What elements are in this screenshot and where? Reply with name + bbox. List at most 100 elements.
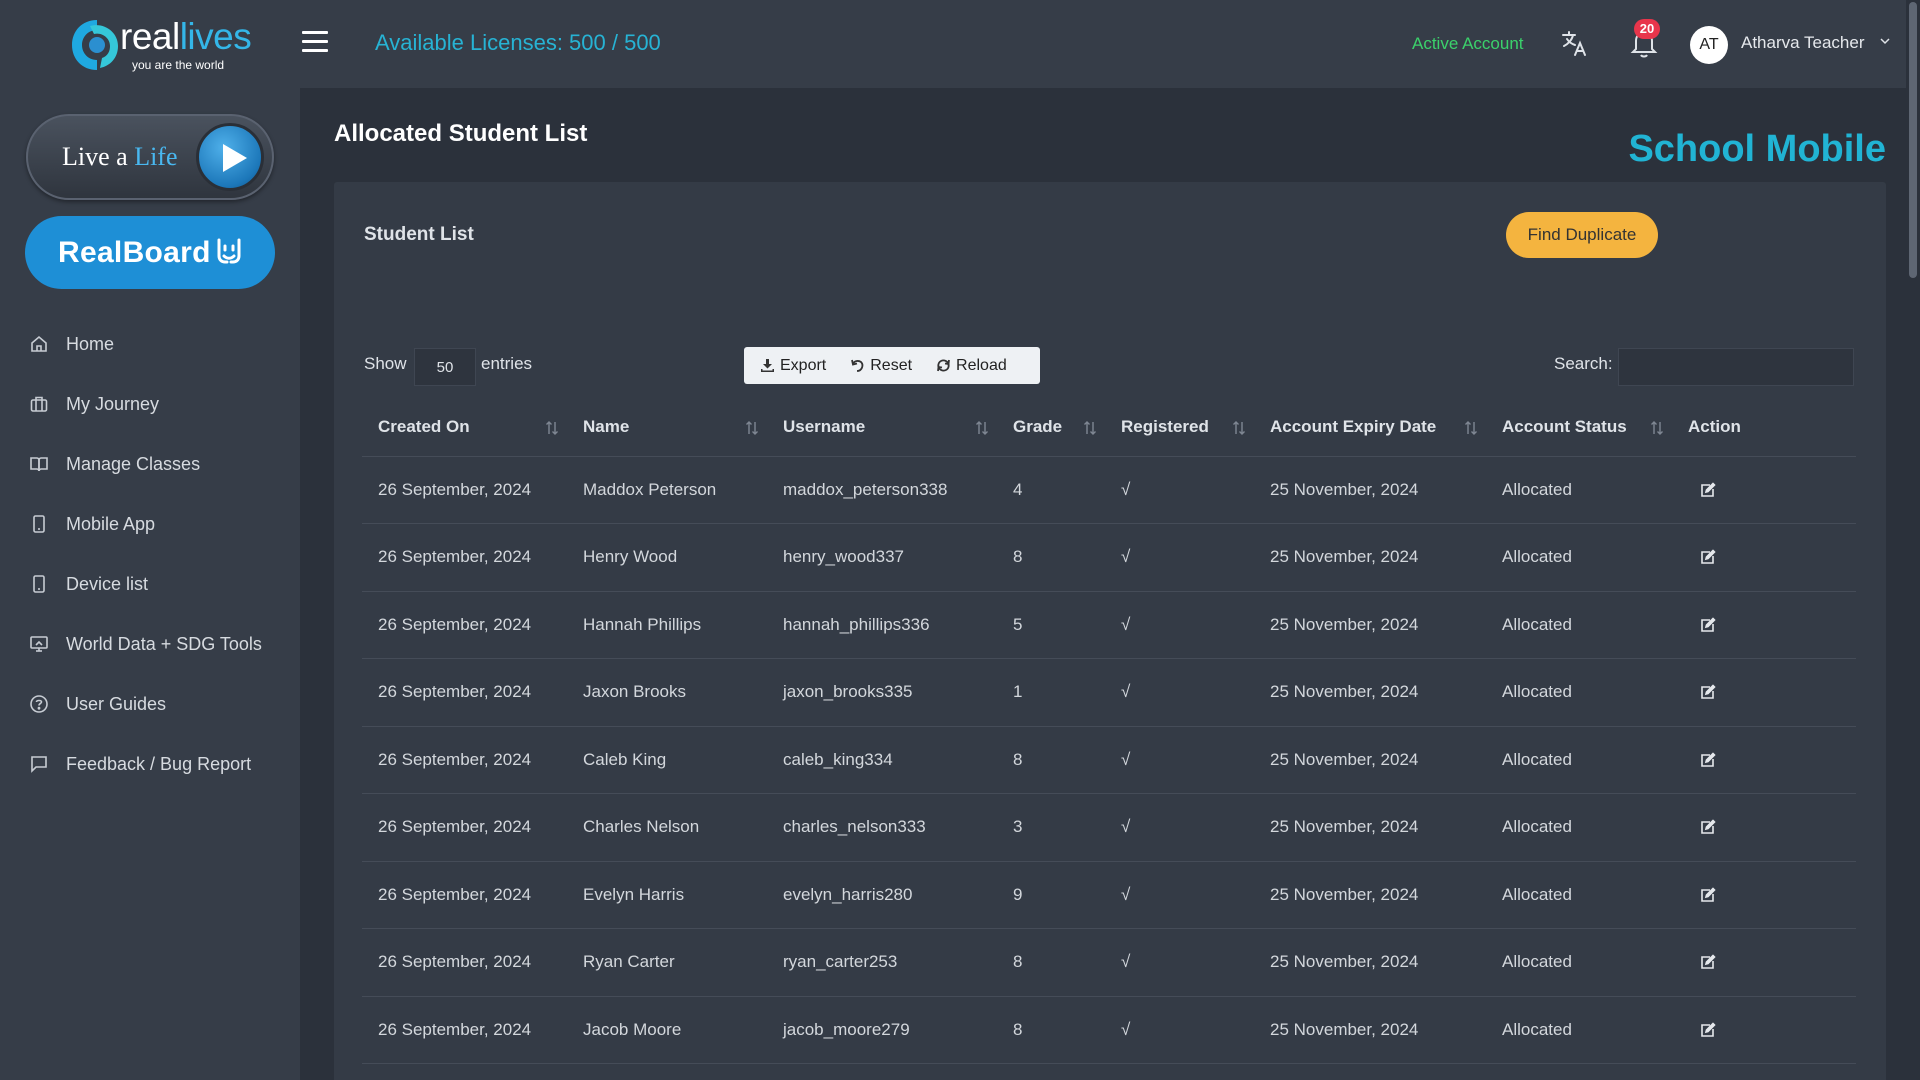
edit-icon[interactable] bbox=[1700, 549, 1716, 565]
created-on-cell: 26 September, 2024 bbox=[362, 658, 567, 727]
grade-cell: 8 bbox=[997, 726, 1105, 794]
edit-icon[interactable] bbox=[1700, 617, 1716, 633]
realboard-button[interactable]: RealBoard bbox=[25, 216, 275, 289]
column-header[interactable]: Grade bbox=[997, 398, 1105, 457]
reload-button[interactable]: Reload bbox=[936, 357, 1007, 375]
account-status-cell: Allocated bbox=[1486, 726, 1672, 794]
school-mobile-label: School Mobile bbox=[1628, 128, 1886, 170]
message-icon bbox=[28, 753, 50, 775]
table-row: 26 September, 2024 Ryan Carter ryan_carter… bbox=[362, 928, 1856, 997]
sort-icon[interactable] bbox=[545, 420, 559, 436]
export-button[interactable]: Export bbox=[760, 357, 826, 375]
grade-cell: 3 bbox=[997, 793, 1105, 862]
expiry-date-cell: 25 November, 2024 bbox=[1254, 591, 1486, 659]
action-cell bbox=[1672, 523, 1856, 592]
name-cell: Caleb King bbox=[567, 726, 767, 794]
expiry-date-cell: 25 November, 2024 bbox=[1254, 928, 1486, 997]
column-header-label: Created On bbox=[378, 416, 470, 436]
avatar[interactable]: AT bbox=[1690, 26, 1728, 64]
live-a-life-label: Live a Life bbox=[62, 142, 178, 171]
page-scrollbar[interactable] bbox=[1906, 0, 1920, 1080]
column-header[interactable]: Name bbox=[567, 398, 767, 457]
logo-tagline: you are the world bbox=[132, 58, 225, 72]
sort-icon[interactable] bbox=[1083, 420, 1097, 436]
available-licenses: Available Licenses: 500 / 500 bbox=[375, 30, 661, 55]
chevron-down-icon[interactable] bbox=[1880, 36, 1890, 46]
translate-icon[interactable] bbox=[1560, 28, 1590, 58]
scrollbar-thumb[interactable] bbox=[1909, 2, 1917, 278]
registered-cell: √ bbox=[1105, 726, 1254, 794]
sidebar-nav: Home My Journey Manage Classes Mobile Ap… bbox=[0, 314, 300, 794]
created-on-cell: 26 September, 2024 bbox=[362, 928, 567, 997]
find-duplicate-button[interactable]: Find Duplicate bbox=[1506, 212, 1658, 258]
sort-icon[interactable] bbox=[745, 420, 759, 436]
entries-per-page-select[interactable] bbox=[414, 348, 476, 386]
account-status-cell: Allocated bbox=[1486, 591, 1672, 659]
home-icon bbox=[28, 333, 50, 355]
table-row: 26 September, 2024 Caleb King caleb_king33… bbox=[362, 726, 1856, 794]
mobile-icon bbox=[28, 513, 50, 535]
action-cell bbox=[1672, 861, 1856, 929]
column-header[interactable]: Username bbox=[767, 398, 997, 457]
expiry-date-cell: 25 November, 2024 bbox=[1254, 658, 1486, 727]
username-cell: henry_wood337 bbox=[767, 523, 997, 592]
edit-icon[interactable] bbox=[1700, 1022, 1716, 1038]
table-header-row: Created On Name Username Grade Registered Acc… bbox=[362, 398, 1856, 457]
column-header[interactable]: Created On bbox=[362, 398, 567, 457]
grade-cell: 9 bbox=[997, 861, 1105, 929]
column-header[interactable]: Action bbox=[1672, 398, 1856, 457]
sidebar-item-world-data[interactable]: World Data + SDG Tools bbox=[0, 614, 300, 674]
hamburger-menu-icon[interactable] bbox=[302, 31, 328, 53]
edit-icon[interactable] bbox=[1700, 954, 1716, 970]
sidebar-item-label: Home bbox=[66, 333, 115, 354]
registered-cell: √ bbox=[1105, 861, 1254, 929]
sidebar-item-label: Manage Classes bbox=[66, 453, 201, 474]
sidebar-item-manage-classes[interactable]: Manage Classes bbox=[0, 434, 300, 494]
sidebar-item-user-guides[interactable]: User Guides bbox=[0, 674, 300, 734]
name-cell: Ryan Carter bbox=[567, 928, 767, 997]
edit-icon[interactable] bbox=[1700, 819, 1716, 835]
edit-icon[interactable] bbox=[1700, 482, 1716, 498]
sidebar-item-my-journey[interactable]: My Journey bbox=[0, 374, 300, 434]
name-cell: Maddox Peterson bbox=[567, 456, 767, 524]
username-cell: ryan_carter253 bbox=[767, 928, 997, 997]
reload-label: Reload bbox=[956, 356, 1007, 374]
sort-icon[interactable] bbox=[975, 420, 989, 436]
column-header[interactable]: Account Expiry Date bbox=[1254, 398, 1486, 457]
table-toolbar: Export Reset Reload bbox=[744, 347, 1040, 384]
sidebar-item-mobile-app[interactable]: Mobile App bbox=[0, 494, 300, 554]
sort-icon[interactable] bbox=[1232, 420, 1246, 436]
account-status-label: Active Account bbox=[1412, 34, 1524, 53]
sort-icon[interactable] bbox=[1650, 420, 1664, 436]
edit-icon[interactable] bbox=[1700, 752, 1716, 768]
expiry-date-cell: 25 November, 2024 bbox=[1254, 456, 1486, 524]
account-status-cell: Allocated bbox=[1486, 861, 1672, 929]
live-a-life-button[interactable]: Live a Life bbox=[26, 114, 274, 200]
table-row: 26 September, 2024 Hannah Phillips hannah_… bbox=[362, 591, 1856, 659]
sidebar: reallives you are the world Live a Life … bbox=[0, 0, 300, 1080]
sort-icon[interactable] bbox=[1464, 420, 1478, 436]
edit-icon[interactable] bbox=[1700, 887, 1716, 903]
export-label: Export bbox=[780, 356, 827, 374]
username-cell: evelyn_harris280 bbox=[767, 861, 997, 929]
sidebar-item-device-list[interactable]: Device list bbox=[0, 554, 300, 614]
edit-icon[interactable] bbox=[1700, 684, 1716, 700]
reallives-logo[interactable]: reallives you are the world bbox=[68, 14, 252, 76]
user-name[interactable]: Atharva Teacher bbox=[1741, 33, 1864, 53]
download-icon bbox=[761, 359, 774, 372]
column-header[interactable]: Account Status bbox=[1486, 398, 1672, 457]
account-status-cell: Allocated bbox=[1486, 456, 1672, 524]
table-row: 26 September, 2024 Jaxon Brooks jaxon_broo… bbox=[362, 658, 1856, 727]
username-cell: charles_nelson333 bbox=[767, 793, 997, 862]
action-cell bbox=[1672, 591, 1856, 659]
column-header[interactable]: Registered bbox=[1105, 398, 1254, 457]
student-table: Created On Name Username Grade Registered Acc… bbox=[362, 398, 1856, 1064]
search-label: Search: bbox=[1554, 354, 1613, 373]
reset-button[interactable]: Reset bbox=[850, 357, 912, 375]
search-input[interactable] bbox=[1618, 348, 1854, 386]
sidebar-item-home[interactable]: Home bbox=[0, 314, 300, 374]
created-on-cell: 26 September, 2024 bbox=[362, 996, 567, 1064]
book-icon bbox=[28, 453, 50, 475]
device-icon bbox=[28, 573, 50, 595]
sidebar-item-feedback[interactable]: Feedback / Bug Report bbox=[0, 734, 300, 794]
